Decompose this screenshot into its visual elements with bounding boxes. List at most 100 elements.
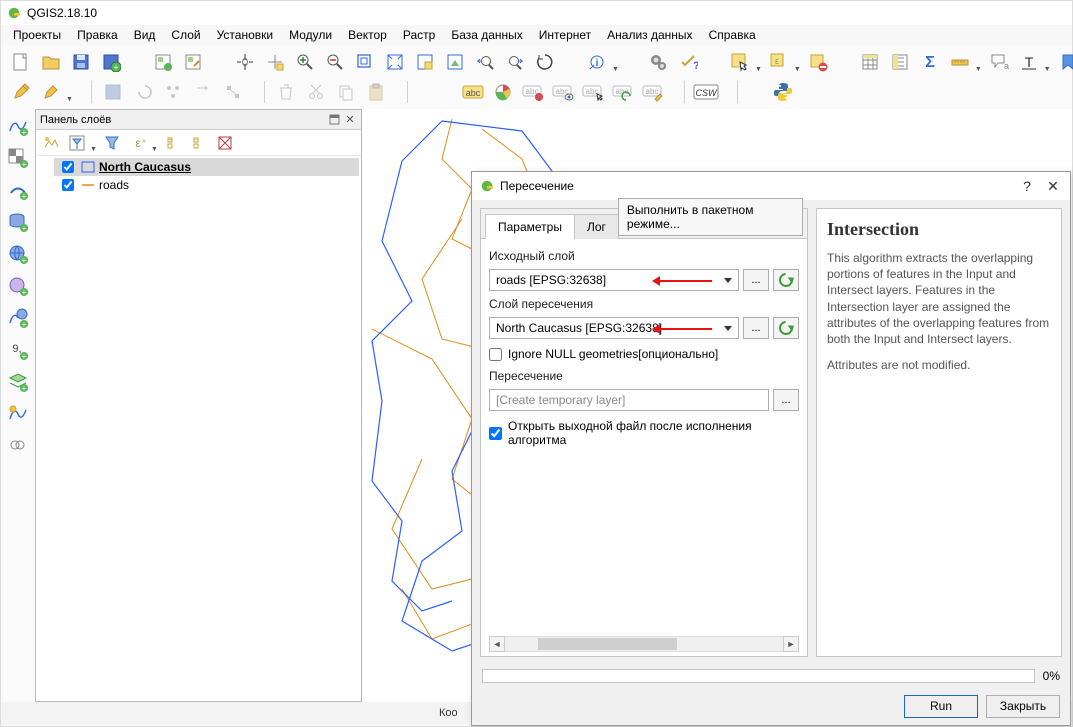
help-icon[interactable]: ? [1018, 177, 1036, 195]
add-postgis-icon[interactable]: + [5, 209, 31, 235]
filter-legend-icon[interactable] [66, 132, 88, 154]
horizontal-scrollbar[interactable]: ◄ ► [489, 636, 799, 652]
add-wcs-icon[interactable]: + [5, 273, 31, 299]
menu-layer[interactable]: Слой [163, 26, 208, 44]
add-raster-layer-icon[interactable]: + [5, 145, 31, 171]
menu-settings[interactable]: Установки [209, 26, 281, 44]
menu-web[interactable]: Интернет [531, 26, 599, 44]
labeling-icon[interactable]: abc [460, 79, 486, 105]
reload-button[interactable] [773, 317, 799, 339]
browse-button[interactable]: ... [743, 269, 769, 291]
add-wfs-icon[interactable]: + [5, 305, 31, 331]
add-oracle-icon[interactable] [5, 433, 31, 459]
menu-raster[interactable]: Растр [395, 26, 443, 44]
new-project-icon[interactable] [8, 49, 34, 75]
browse-button[interactable]: ... [743, 317, 769, 339]
zoom-to-selection-icon[interactable] [412, 49, 438, 75]
dock-icon[interactable] [327, 113, 341, 127]
current-edits-icon[interactable] [38, 79, 64, 105]
scroll-left-icon[interactable]: ◄ [489, 636, 505, 652]
zoom-out-icon[interactable] [322, 49, 348, 75]
reload-button[interactable] [773, 269, 799, 291]
ignore-null-row[interactable]: Ignore NULL geometries[опционально] [489, 345, 799, 363]
map-tips-icon[interactable]: abc [986, 49, 1012, 75]
open-project-icon[interactable] [38, 49, 64, 75]
menu-vector[interactable]: Вектор [340, 26, 395, 44]
dropdown-arrow-icon[interactable]: ▼ [90, 146, 97, 155]
save-project-icon[interactable] [68, 49, 94, 75]
text-annotation-icon[interactable]: T [1016, 49, 1042, 75]
add-delimited-icon[interactable]: 9,+ [5, 337, 31, 363]
composer-manager-icon[interactable] [180, 49, 206, 75]
menu-projects[interactable]: Проекты [5, 26, 69, 44]
save-project-as-icon[interactable]: + [98, 49, 124, 75]
expand-all-icon[interactable]: + [162, 132, 184, 154]
ignore-null-checkbox[interactable] [489, 348, 502, 361]
remove-layer-icon[interactable] [214, 132, 236, 154]
scrollbar-track[interactable] [505, 636, 783, 652]
layer-item[interactable]: roads [54, 176, 359, 194]
run-button[interactable]: Run [904, 695, 978, 718]
pan-to-selection-icon[interactable] [262, 49, 288, 75]
run-action-icon[interactable] [645, 49, 671, 75]
diagram-icon[interactable] [490, 79, 516, 105]
identify-icon[interactable]: i [584, 49, 610, 75]
select-by-expression-icon[interactable]: ε [766, 49, 792, 75]
dropdown-arrow-icon[interactable]: ▼ [612, 66, 619, 75]
close-icon[interactable]: ✕ [1044, 177, 1062, 195]
dropdown-arrow-icon[interactable]: ▼ [755, 66, 762, 75]
zoom-last-icon[interactable] [472, 49, 498, 75]
whats-this-icon[interactable]: ? [675, 49, 701, 75]
close-button[interactable]: Закрыть [986, 695, 1060, 718]
layer-visibility-checkbox[interactable] [62, 179, 74, 191]
measure-line-icon[interactable] [947, 49, 973, 75]
deselect-all-icon[interactable] [805, 49, 831, 75]
scroll-right-icon[interactable]: ► [783, 636, 799, 652]
input-layer-select[interactable]: roads [EPSG:32638] [489, 269, 739, 291]
dropdown-arrow-icon[interactable]: ▼ [151, 146, 158, 155]
style-preset-icon[interactable] [40, 132, 62, 154]
virtual-layer-icon[interactable]: + [5, 369, 31, 395]
filter-by-map-icon[interactable] [101, 132, 123, 154]
add-spatialite-icon[interactable]: + [5, 177, 31, 203]
statistics-icon[interactable]: Σ [917, 49, 943, 75]
pin-labels-icon[interactable]: abc [520, 79, 546, 105]
layer-visibility-checkbox[interactable] [62, 161, 74, 173]
field-calculator-icon[interactable] [887, 49, 913, 75]
attribute-table-icon[interactable] [857, 49, 883, 75]
tab-parameters[interactable]: Параметры [485, 214, 575, 239]
show-hide-labels-icon[interactable]: abc [550, 79, 576, 105]
zoom-full-icon[interactable] [382, 49, 408, 75]
menu-database[interactable]: База данных [443, 26, 530, 44]
change-label-icon[interactable]: abc [640, 79, 666, 105]
bookmarks-icon[interactable] [1055, 49, 1073, 75]
layers-tree[interactable]: North Caucasus roads [36, 156, 361, 701]
zoom-in-icon[interactable] [292, 49, 318, 75]
open-after-row[interactable]: Открыть выходной файл после исполнения а… [489, 417, 799, 449]
collapse-all-icon[interactable]: − [188, 132, 210, 154]
zoom-native-icon[interactable] [352, 49, 378, 75]
move-label-icon[interactable]: abc [580, 79, 606, 105]
open-after-checkbox[interactable] [489, 427, 502, 440]
csw-icon[interactable]: CSW [693, 79, 719, 105]
dropdown-arrow-icon[interactable]: ▼ [975, 66, 982, 75]
zoom-to-layer-icon[interactable] [442, 49, 468, 75]
dropdown-arrow-icon[interactable]: ▼ [794, 66, 801, 75]
expression-filter-icon[interactable]: ε» [127, 132, 149, 154]
add-wms-icon[interactable]: + [5, 241, 31, 267]
tab-log[interactable]: Лог [574, 214, 619, 239]
menu-plugins[interactable]: Модули [281, 26, 340, 44]
dialog-titlebar[interactable]: Пересечение ? ✕ [472, 172, 1070, 200]
refresh-icon[interactable] [532, 49, 558, 75]
dropdown-arrow-icon[interactable]: ▼ [1044, 66, 1051, 75]
close-icon[interactable]: ✕ [343, 113, 357, 127]
rotate-label-icon[interactable]: abc [610, 79, 636, 105]
intersect-layer-select[interactable]: North Caucasus [EPSG:32638] [489, 317, 739, 339]
menu-processing[interactable]: Анализ данных [599, 26, 700, 44]
scrollbar-thumb[interactable] [538, 638, 677, 650]
output-field[interactable]: [Create temporary layer] [489, 389, 769, 411]
browse-button[interactable]: ... [773, 389, 799, 411]
new-shapefile-icon[interactable] [5, 401, 31, 427]
toggle-edit-icon[interactable] [8, 79, 34, 105]
zoom-next-icon[interactable] [502, 49, 528, 75]
